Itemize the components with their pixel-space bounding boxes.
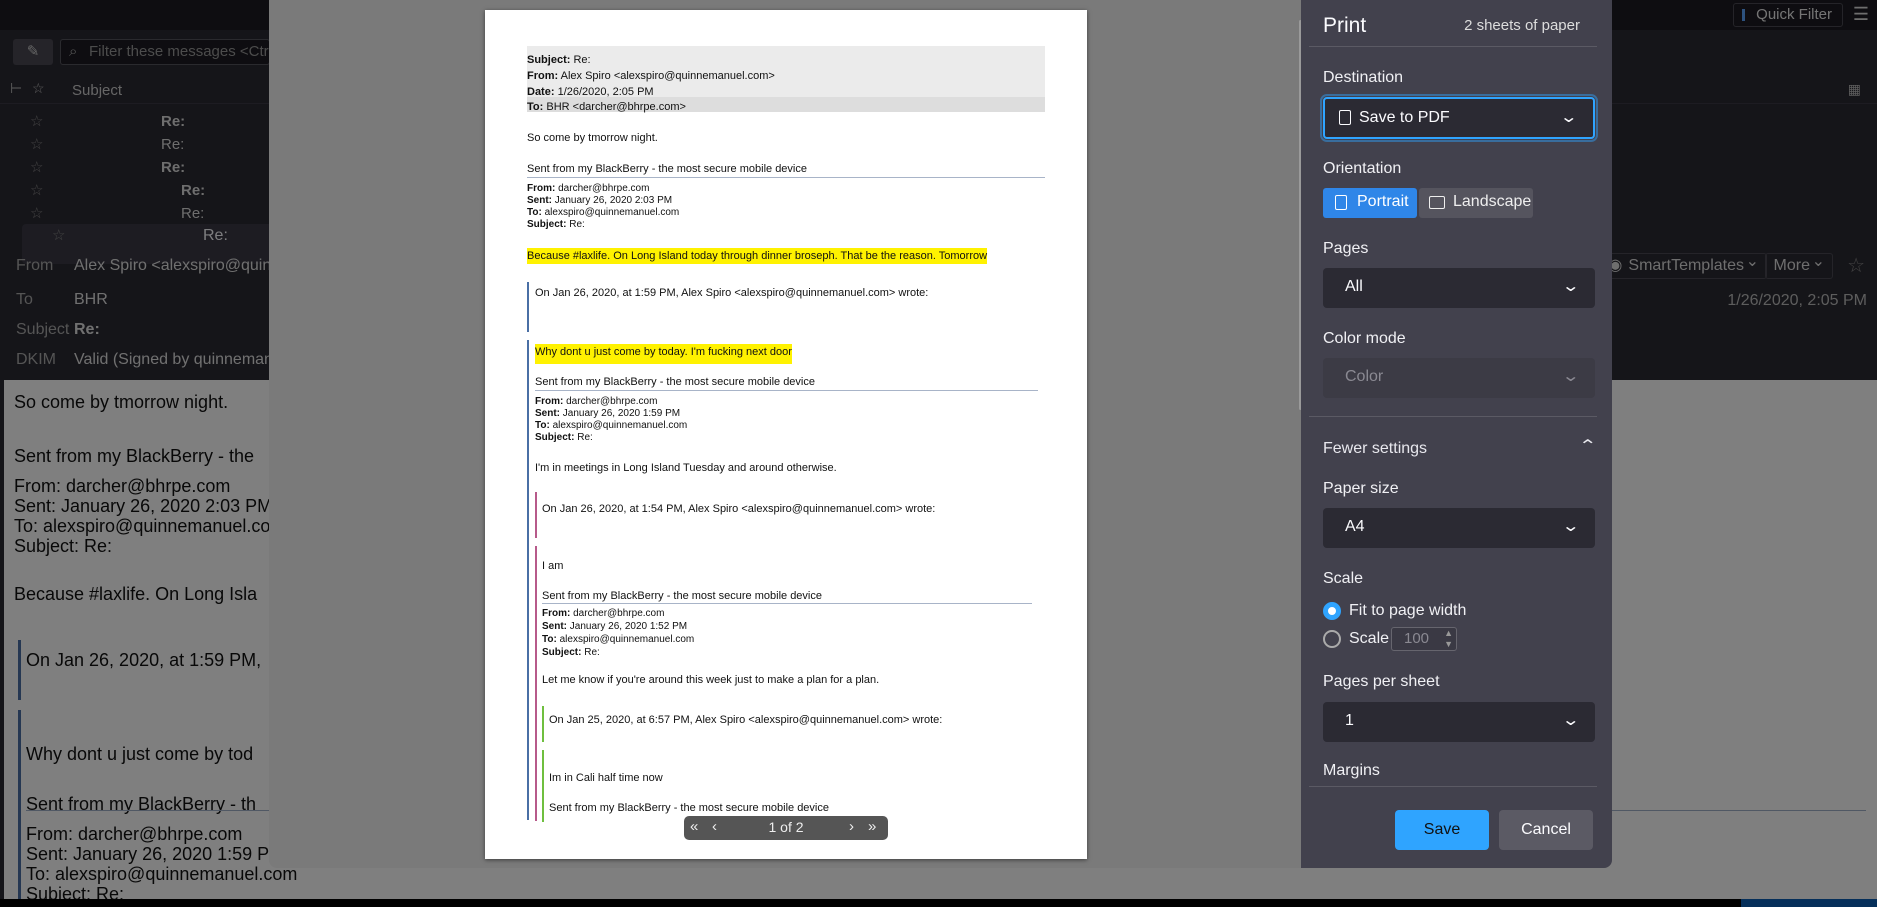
print-title: Print xyxy=(1323,14,1367,37)
chevron-down-icon: ⌄ xyxy=(1560,518,1580,535)
quote-bar xyxy=(527,340,529,820)
pv-line: Sent from my BlackBerry - the most secur… xyxy=(535,376,815,388)
pv-meta: From: darcher@bhrpe.com xyxy=(535,396,658,407)
pv-meta: Subject: Re: xyxy=(542,647,600,658)
quote-bar xyxy=(535,546,537,821)
pv-line: Sent from my BlackBerry - the most secur… xyxy=(527,163,807,175)
paper-size-value: A4 xyxy=(1345,518,1365,535)
quote-bar xyxy=(542,750,544,822)
pv-divider xyxy=(535,390,1038,391)
pv-line: I'm in meetings in Long Island Tuesday a… xyxy=(535,462,837,474)
pv-line: Sent from my BlackBerry - the most secur… xyxy=(542,590,822,602)
pv-divider xyxy=(527,177,1045,178)
pv-divider xyxy=(542,603,1032,604)
fit-to-width-radio[interactable] xyxy=(1323,602,1341,620)
pv-from: From: Alex Spiro <alexspiro@quinnemanuel… xyxy=(527,70,775,82)
spinner-icon[interactable]: ▲ ▼ xyxy=(1444,628,1453,650)
prev-page-icon[interactable]: ‹ xyxy=(712,818,717,835)
pages-label: Pages xyxy=(1323,240,1369,257)
pv-highlight-line: Because #laxlife. On Long Island today t… xyxy=(527,248,988,264)
chevron-down-icon: ⌄ xyxy=(1560,278,1580,295)
last-page-icon[interactable]: » xyxy=(868,818,876,835)
pv-line: I am xyxy=(542,560,564,572)
fewer-settings-toggle[interactable]: Fewer settings xyxy=(1323,440,1427,458)
chevron-up-icon[interactable]: ⌃ xyxy=(1578,436,1597,456)
paper-size-select[interactable]: A4 ⌄ xyxy=(1323,508,1595,548)
next-page-icon[interactable]: › xyxy=(849,818,854,835)
pv-line: Sent from my BlackBerry - the most secur… xyxy=(549,802,829,814)
landscape-label: Landscape xyxy=(1453,193,1532,210)
landscape-button[interactable]: Landscape xyxy=(1419,188,1533,218)
pv-line: On Jan 25, 2020, at 6:57 PM, Alex Spiro … xyxy=(549,714,943,726)
cancel-button[interactable]: Cancel xyxy=(1499,810,1593,850)
pv-meta: Sent: January 26, 2020 2:03 PM xyxy=(527,195,673,206)
scale-input[interactable]: 100 ▲ ▼ xyxy=(1391,627,1457,651)
pv-line: Let me know if you're around this week j… xyxy=(542,674,880,686)
pv-meta: Sent: January 26, 2020 1:59 PM xyxy=(535,408,681,419)
pv-to: To: BHR <darcher@bhrpe.com> xyxy=(527,101,686,113)
pv-meta: To: alexspiro@quinnemanuel.com xyxy=(527,207,680,218)
page-navigator: « ‹ 1 of 2 › » xyxy=(684,816,888,840)
pv-meta: To: alexspiro@quinnemanuel.com xyxy=(535,420,688,431)
pv-date: Date: 1/26/2020, 2:05 PM xyxy=(527,86,654,98)
scale-value: 100 xyxy=(1404,630,1430,647)
pv-line: On Jan 26, 2020, at 1:54 PM, Alex Spiro … xyxy=(542,503,936,515)
sheet-count: 2 sheets of paper xyxy=(1464,17,1580,34)
pv-meta: From: darcher@bhrpe.com xyxy=(542,608,665,619)
pages-value: All xyxy=(1345,278,1363,295)
landscape-icon xyxy=(1429,196,1445,209)
pages-per-sheet-value: 1 xyxy=(1345,712,1354,729)
pv-meta: Subject: Re: xyxy=(535,432,593,443)
color-mode-label: Color mode xyxy=(1323,330,1406,347)
pv-line: Im in Cali half time now xyxy=(549,772,663,784)
print-settings-panel: Print 2 sheets of paper Destination Save… xyxy=(1301,0,1612,868)
pv-line: On Jan 26, 2020, at 1:59 PM, Alex Spiro … xyxy=(535,287,929,299)
margins-label: Margins xyxy=(1323,762,1380,779)
portrait-icon xyxy=(1335,195,1347,210)
divider xyxy=(1309,786,1597,787)
scale-label: Scale xyxy=(1323,570,1364,587)
divider xyxy=(1309,416,1597,417)
quote-bar xyxy=(542,706,544,742)
first-page-icon[interactable]: « xyxy=(690,818,698,835)
quote-bar xyxy=(535,492,537,538)
divider xyxy=(1309,46,1597,47)
pv-subject: Subject: Re: xyxy=(527,54,591,66)
document-icon xyxy=(1339,110,1351,125)
pv-line: So come by tmorrow night. xyxy=(527,132,658,144)
destination-label: Destination xyxy=(1323,69,1404,86)
portrait-label: Portrait xyxy=(1357,193,1409,210)
color-mode-select[interactable]: Color ⌄ xyxy=(1323,358,1595,398)
color-mode-value: Color xyxy=(1345,368,1384,385)
chevron-down-icon: ⌄ xyxy=(1560,368,1580,385)
paper-size-label: Paper size xyxy=(1323,480,1399,497)
page-indicator: 1 of 2 xyxy=(768,819,804,835)
print-preview-page: Subject: Re: From: Alex Spiro <alexspiro… xyxy=(485,10,1087,859)
fit-to-width-label[interactable]: Fit to page width xyxy=(1349,602,1466,620)
portrait-button[interactable]: Portrait xyxy=(1323,188,1417,218)
pv-highlight-line: Why dont u just come by today. I'm fucki… xyxy=(535,344,792,364)
pv-meta: Sent: January 26, 2020 1:52 PM xyxy=(542,621,688,632)
print-dialog: Subject: Re: From: Alex Spiro <alexspiro… xyxy=(269,0,1612,868)
chevron-down-icon: ⌄ xyxy=(1560,712,1580,729)
destination-select[interactable]: Save to PDF ⌄ xyxy=(1320,94,1598,142)
pages-per-sheet-label: Pages per sheet xyxy=(1323,673,1440,690)
destination-value: Save to PDF xyxy=(1359,109,1450,126)
pages-per-sheet-select[interactable]: 1 ⌄ xyxy=(1323,702,1595,742)
orientation-label: Orientation xyxy=(1323,160,1402,177)
scale-radio[interactable] xyxy=(1323,630,1341,648)
quote-bar xyxy=(527,282,529,332)
save-button[interactable]: Save xyxy=(1395,810,1489,850)
pv-meta: From: darcher@bhrpe.com xyxy=(527,183,650,194)
pv-meta: To: alexspiro@quinnemanuel.com xyxy=(542,634,695,645)
chevron-down-icon: ⌄ xyxy=(1558,109,1578,126)
scale-option-label[interactable]: Scale xyxy=(1349,630,1389,648)
pv-meta: Subject: Re: xyxy=(527,219,585,230)
pages-select[interactable]: All ⌄ xyxy=(1323,268,1595,308)
